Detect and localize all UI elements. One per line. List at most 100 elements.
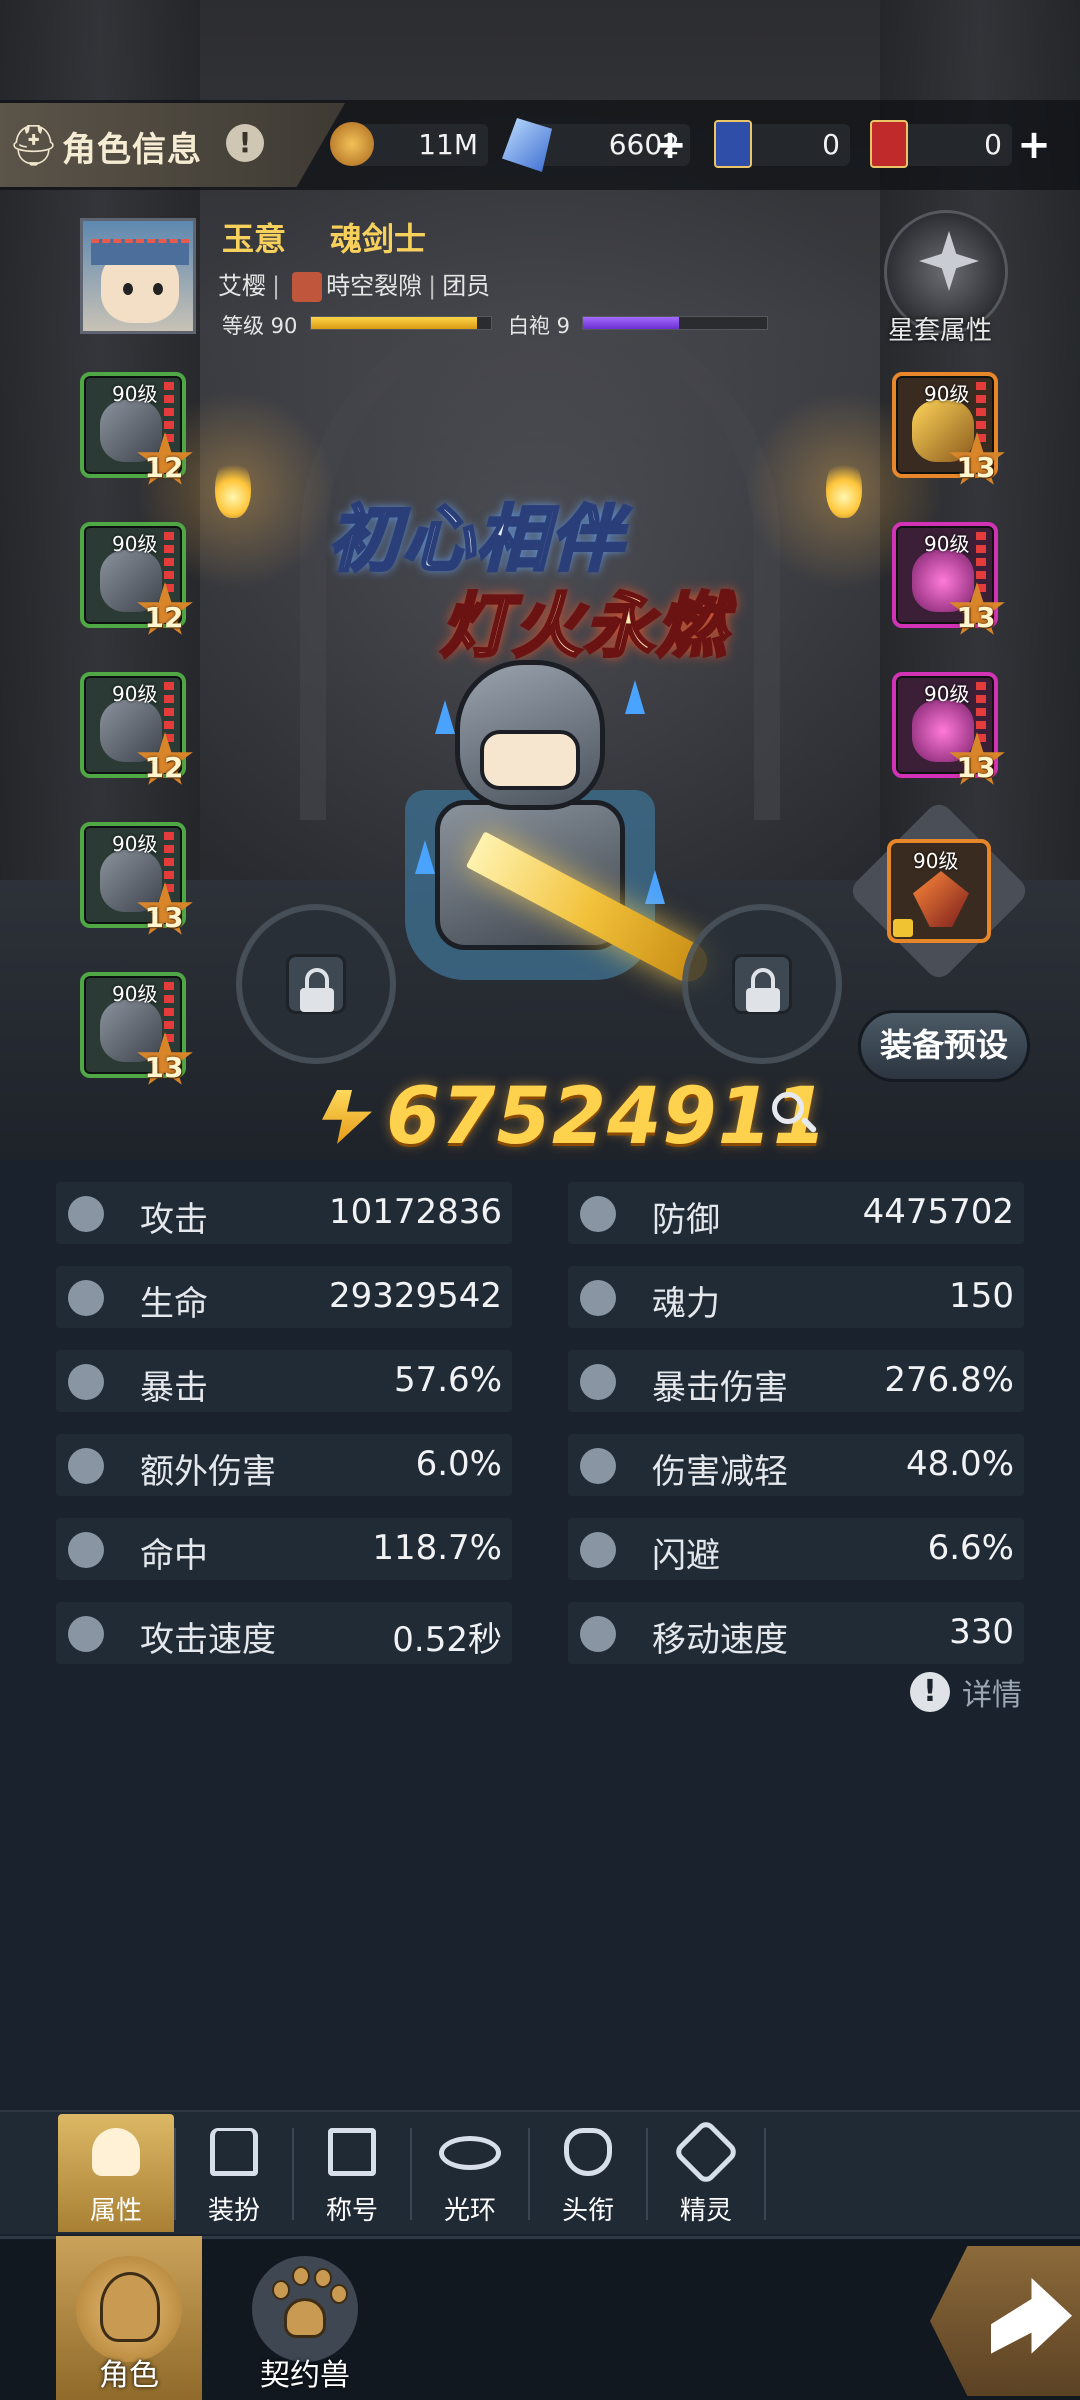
lock-icon [893,919,913,937]
accuracy-icon [68,1532,104,1568]
relic-icon [913,871,969,927]
guild-role: 团员 [442,272,491,300]
nav-label: 角色 [99,2358,159,2393]
attack-speed-icon [68,1616,104,1652]
character-affiliation: 艾樱 | 時空裂隙 | 团员 [218,266,490,302]
robe-progress-bar [582,316,768,330]
stat-accuracy: 命中 118.7% [56,1518,512,1580]
tab-outfit[interactable]: 装扮 [176,2114,292,2232]
shield-icon [580,1196,616,1232]
robe-label: 白袍 9 [508,314,571,338]
slot-level: 90级 [112,982,158,1006]
equipment-slot-gloves[interactable]: 90级 13 [80,822,193,935]
tab-label: 精灵 [679,2196,732,2226]
stat-dodge: 闪避 6.6% [568,1518,1024,1580]
combat-power-value: 67524911 [386,1072,829,1162]
enhance-level: 12 [144,601,184,634]
crit-icon [68,1364,104,1400]
stat-defense: 防御 4475702 [568,1182,1024,1244]
stat-value: 57.6% [393,1360,502,1400]
equipment-slot-helmet[interactable]: 90级 12 [80,372,193,485]
hero-face [480,730,580,790]
guild-name[interactable]: 時空裂隙 [326,272,422,300]
tab-spirit[interactable]: 精灵 [648,2114,764,2232]
equipment-slot-ring[interactable]: 90级 13 [892,672,1005,785]
tab-label: 称号 [325,2196,378,2226]
star-set-icon [919,231,979,291]
add-crystal-button[interactable]: + [650,125,690,166]
stat-label: 防御 [652,1200,720,1240]
add-red-card-button[interactable]: + [1014,125,1054,166]
enhance-level: 12 [144,751,184,784]
blue-card-icon [714,120,752,168]
equipment-slot-boots[interactable]: 90级 13 [80,972,193,1085]
equipment-slot-relic[interactable]: 90级 [887,839,991,943]
currency-gold: 11M [330,122,488,166]
tab-divider [764,2128,766,2220]
equipment-slot-necklace[interactable]: 90级 13 [892,522,1005,635]
tab-title[interactable]: 称号 [294,2114,410,2232]
stat-label: 闪避 [652,1536,720,1576]
combat-power-icon [322,1090,372,1144]
slot-level: 90级 [112,832,158,856]
nav-character[interactable]: 角色 [56,2236,202,2400]
robe-progress-fill [583,317,679,329]
info-icon: ! [910,1672,950,1712]
slot-level: 90级 [924,382,970,406]
stat-soul-power: 魂力 150 [568,1266,1024,1328]
stat-attack-speed: 攻击速度 0.52秒 [56,1602,512,1664]
spirit-icon [672,2118,740,2186]
slot-level: 90级 [112,532,158,556]
equipment-slot-shoulder[interactable]: 90级 12 [80,522,193,635]
enhance-level: 13 [144,1051,184,1084]
star-set-label: 星套属性 [888,316,993,346]
search-icon[interactable] [768,1088,820,1140]
stat-value: 276.8% [884,1360,1014,1400]
heart-icon [68,1280,104,1316]
lock-icon [751,968,775,990]
stat-damage-reduction: 伤害减轻 48.0% [568,1434,1024,1496]
avatar-headband [91,239,189,265]
sword-icon [68,1196,104,1232]
stat-label: 暴击伤害 [652,1368,788,1408]
nav-contract-beast[interactable]: 契约兽 [232,2236,378,2400]
equipment-slot-weapon[interactable]: 90级 13 [892,372,1005,485]
details-link[interactable]: ! 详情 [910,1670,1022,1714]
tab-aura[interactable]: 光环 [412,2114,528,2232]
red-card-icon [870,120,908,168]
torch-left-icon [215,458,251,518]
stat-attack: 攻击 10172836 [56,1182,512,1244]
slot-level: 90级 [112,382,158,406]
lock-body [300,988,334,1012]
slot-level: 90级 [924,532,970,556]
gold-coin-icon [330,122,374,166]
search-ring [772,1092,804,1124]
info-icon[interactable]: ! [226,124,264,162]
crystal-icon [435,700,455,734]
stat-value: 330 [949,1612,1014,1652]
slot-level: 90级 [924,682,970,706]
slot-level: 90级 [112,682,158,706]
damage-reduction-icon [580,1448,616,1484]
avatar[interactable] [80,218,196,334]
lock-body [746,988,780,1012]
paw-toe [314,2268,332,2288]
tab-rank[interactable]: 头衔 [530,2114,646,2232]
stat-value: 10172836 [328,1192,502,1232]
move-speed-icon [580,1616,616,1652]
equipment-preset-button[interactable]: 装备预设 [858,1010,1030,1082]
equipment-slot-chest[interactable]: 90级 12 [80,672,193,785]
stat-crit: 暴击 57.6% [56,1350,512,1412]
locked-slot-left[interactable] [236,904,396,1064]
stat-label: 生命 [140,1284,208,1324]
stat-value: 4475702 [862,1192,1014,1232]
divider: | [272,272,281,300]
tab-label: 头衔 [561,2196,614,2226]
divider: | [428,272,437,300]
paw-toe [330,2284,348,2304]
character-helmet-icon: ⛑ [8,123,59,169]
locked-slot-right[interactable] [682,904,842,1064]
stat-label: 攻击速度 [140,1620,276,1660]
crit-damage-icon [580,1364,616,1400]
tab-attributes[interactable]: 属性 [58,2114,174,2232]
